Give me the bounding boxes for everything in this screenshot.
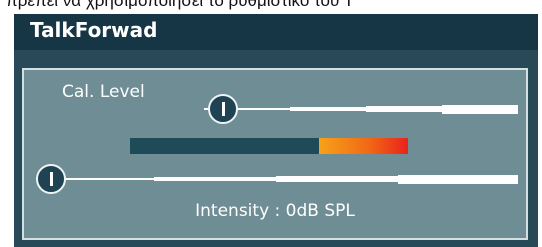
intensity-label: Intensity : 0dB SPL [195, 201, 355, 221]
cal-level-slider-knob[interactable] [208, 94, 238, 124]
talkforward-panel: Cal. Level Intensity: 0dB SPL [22, 68, 528, 240]
window-title: TalkForwad [30, 18, 158, 42]
intensity-slider-track[interactable] [36, 172, 518, 186]
title-bar: TalkForwad [14, 14, 538, 50]
intensity-slider-knob[interactable] [36, 164, 66, 194]
cal-level-label: Cal. Level [62, 82, 145, 102]
level-meter [130, 138, 408, 154]
screen: πρέπει να χρησιμοποιήσει το ρυθμιστικό τ… [0, 0, 542, 247]
knob-grip-icon [50, 172, 53, 186]
level-meter-hot-zone [319, 138, 408, 154]
talkforward-window: TalkForwad Cal. Level Intensity: 0dB SP… [14, 14, 538, 247]
knob-grip-icon [222, 102, 225, 116]
background-document-text: πρέπει να χρησιμοποιήσει το ρυθμιστικό τ… [6, 0, 355, 10]
cal-level-slider-track[interactable] [204, 102, 518, 116]
